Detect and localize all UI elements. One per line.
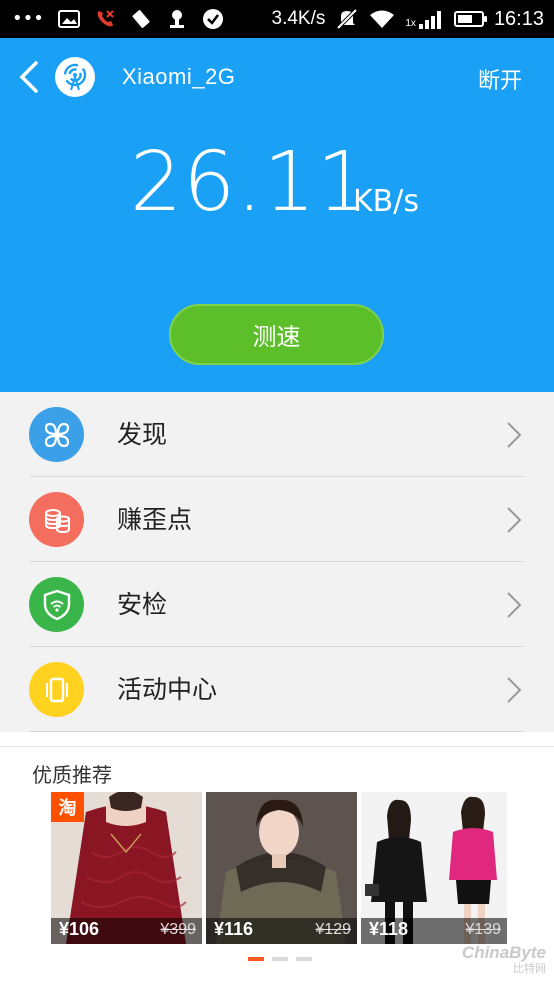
recommend-section: 优质推荐 淘 ¥106 ¥399 ¥116 ¥129 ¥118 ¥139 Chi… [0, 746, 554, 984]
check-icon [202, 9, 223, 29]
watermark-main: ChinaByte [461, 943, 546, 962]
chevron-right-icon [507, 507, 522, 533]
watermark: ChinaByte 比特网 [462, 944, 546, 978]
section-title: 优质推荐 [32, 763, 112, 787]
image-icon [57, 10, 80, 28]
carousel-dot[interactable] [296, 957, 312, 961]
menu-label: 活动中心 [117, 675, 218, 704]
menu-item-security-check[interactable]: 安检 [0, 562, 554, 647]
battery-icon [453, 11, 487, 27]
mute-icon [336, 8, 358, 30]
disconnect-button[interactable]: 断开 [478, 63, 522, 95]
discover-icon [29, 407, 84, 462]
wifi-hotspot-icon [55, 57, 95, 97]
original-price: ¥139 [465, 921, 501, 938]
chevron-right-icon [507, 592, 522, 618]
product-card[interactable]: ¥116 ¥129 [206, 792, 357, 944]
phone-activity-icon [29, 662, 84, 717]
price-bar: ¥116 ¥129 [206, 918, 357, 944]
product-price: ¥116 [214, 919, 254, 939]
menu-item-activity-center[interactable]: 活动中心 [0, 647, 554, 732]
signal-label: 1x [405, 18, 416, 29]
network-name: Xiaomi_2G [122, 64, 236, 89]
clock: 16:13 [493, 8, 544, 30]
carousel-dot[interactable] [272, 957, 288, 961]
coins-icon [29, 492, 84, 547]
status-bar: ••• 3.4K/s 1x 16:13 [0, 0, 554, 38]
net-speed: 3.4K/s [271, 8, 326, 29]
vibrate-icon [132, 10, 150, 28]
shield-wifi-icon [29, 577, 84, 632]
menu-label: 发现 [117, 420, 168, 449]
menu-label: 安检 [117, 590, 168, 619]
usb-debug-icon [169, 10, 184, 28]
divider [30, 731, 524, 732]
product-price: ¥118 [369, 919, 409, 939]
product-card[interactable]: 淘 ¥106 ¥399 [51, 792, 202, 944]
price-bar: ¥118 ¥139 [361, 918, 507, 944]
missed-call-icon [97, 10, 114, 27]
menu-item-earn-points[interactable]: 赚歪点 [0, 477, 554, 562]
product-price: ¥106 [59, 919, 100, 939]
chevron-right-icon [507, 677, 522, 703]
wifi-header: Xiaomi_2G 断开 26.11 KB/s 测速 [0, 38, 554, 392]
carousel-dot[interactable] [248, 957, 264, 961]
speed-display: 26.11 KB/s [0, 138, 554, 228]
menu-label: 赚歪点 [117, 505, 193, 534]
wifi-icon [370, 10, 395, 28]
watermark-sub: 比特网 [513, 963, 546, 975]
original-price: ¥399 [160, 921, 196, 938]
original-price: ¥129 [315, 921, 351, 938]
speed-unit: KB/s [353, 184, 419, 219]
taobao-badge: 淘 [51, 792, 84, 822]
signal-icon: 1x [405, 8, 444, 30]
feature-list: 发现 赚歪点 安检 活动中心 [0, 392, 554, 732]
speed-test-button[interactable]: 测速 [169, 304, 384, 365]
more-icon: ••• [12, 8, 44, 29]
product-card[interactable]: ¥118 ¥139 [361, 792, 507, 944]
price-bar: ¥106 ¥399 [51, 918, 202, 944]
chevron-right-icon [507, 422, 522, 448]
back-icon[interactable] [14, 60, 42, 94]
speed-value: 26.11 [130, 135, 370, 230]
carousel-indicator [248, 957, 312, 961]
menu-item-discover[interactable]: 发现 [0, 392, 554, 477]
